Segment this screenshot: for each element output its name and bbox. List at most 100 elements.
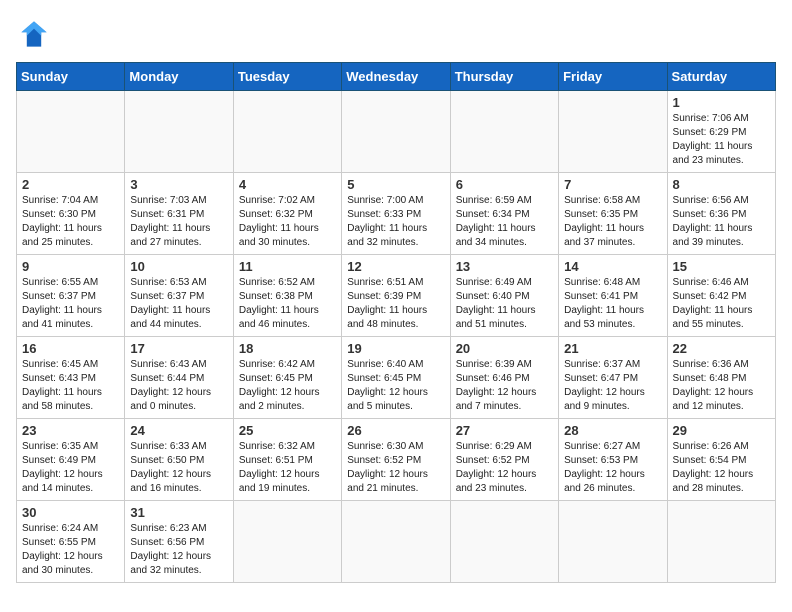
calendar-cell: [667, 501, 775, 583]
calendar-cell: 28Sunrise: 6:27 AM Sunset: 6:53 PM Dayli…: [559, 419, 667, 501]
calendar-week-1: 1 Sunrise: 7:06 AM Sunset: 6:29 PM Daylig…: [17, 91, 776, 173]
day-info: Sunrise: 6:48 AM Sunset: 6:41 PM Dayligh…: [564, 276, 661, 332]
calendar-cell: 18 Sunrise: 6:42 AM Sunset: 6:45 PM Dayli…: [233, 337, 341, 419]
day-info: Sunrise: 6:42 AM Sunset: 6:45 PM Dayligh…: [239, 358, 336, 414]
day-info: Sunrise: 6:33 AM Sunset: 6:50 PM Dayligh…: [130, 440, 227, 496]
calendar-cell: 22Sunrise: 6:36 AM Sunset: 6:48 PM Dayli…: [667, 337, 775, 419]
calendar-week-2: 2 Sunrise: 7:04 AM Sunset: 6:30 PM Daylig…: [17, 173, 776, 255]
calendar: SundayMondayTuesdayWednesdayThursdayFrid…: [16, 62, 776, 583]
calendar-cell: 23 Sunrise: 6:35 AM Sunset: 6:49 PM Dayli…: [17, 419, 125, 501]
day-info: Sunrise: 6:59 AM Sunset: 6:34 PM Dayligh…: [456, 194, 553, 250]
day-number: 31: [130, 505, 227, 520]
calendar-cell: [450, 501, 558, 583]
day-number: 29: [673, 423, 770, 438]
day-number: 12: [347, 259, 444, 274]
calendar-cell: 25 Sunrise: 6:32 AM Sunset: 6:51 PM Dayli…: [233, 419, 341, 501]
calendar-cell: 14 Sunrise: 6:48 AM Sunset: 6:41 PM Dayli…: [559, 255, 667, 337]
calendar-cell: 13 Sunrise: 6:49 AM Sunset: 6:40 PM Dayli…: [450, 255, 558, 337]
day-number: 18: [239, 341, 336, 356]
day-info: Sunrise: 7:02 AM Sunset: 6:32 PM Dayligh…: [239, 194, 336, 250]
day-info: Sunrise: 6:39 AM Sunset: 6:46 PM Dayligh…: [456, 358, 553, 414]
day-number: 17: [130, 341, 227, 356]
day-number: 25: [239, 423, 336, 438]
day-number: 23: [22, 423, 119, 438]
calendar-cell: [233, 501, 341, 583]
calendar-cell: [559, 91, 667, 173]
calendar-cell: 11 Sunrise: 6:52 AM Sunset: 6:38 PM Dayli…: [233, 255, 341, 337]
calendar-cell: 16Sunrise: 6:45 AM Sunset: 6:43 PM Dayli…: [17, 337, 125, 419]
calendar-cell: [17, 91, 125, 173]
day-number: 4: [239, 177, 336, 192]
calendar-cell: 21Sunrise: 6:37 AM Sunset: 6:47 PM Dayli…: [559, 337, 667, 419]
day-number: 26: [347, 423, 444, 438]
logo: [16, 16, 58, 52]
calendar-cell: 20 Sunrise: 6:39 AM Sunset: 6:46 PM Dayli…: [450, 337, 558, 419]
day-info: Sunrise: 6:26 AM Sunset: 6:54 PM Dayligh…: [673, 440, 770, 496]
day-number: 8: [673, 177, 770, 192]
calendar-cell: 15Sunrise: 6:46 AM Sunset: 6:42 PM Dayli…: [667, 255, 775, 337]
day-info: Sunrise: 6:43 AM Sunset: 6:44 PM Dayligh…: [130, 358, 227, 414]
calendar-cell: [125, 91, 233, 173]
day-info: Sunrise: 6:40 AM Sunset: 6:45 PM Dayligh…: [347, 358, 444, 414]
calendar-cell: 5Sunrise: 7:00 AM Sunset: 6:33 PM Daylig…: [342, 173, 450, 255]
day-header-thursday: Thursday: [450, 63, 558, 91]
calendar-cell: [233, 91, 341, 173]
calendar-cell: [450, 91, 558, 173]
day-info: Sunrise: 6:29 AM Sunset: 6:52 PM Dayligh…: [456, 440, 553, 496]
day-number: 9: [22, 259, 119, 274]
calendar-cell: 4 Sunrise: 7:02 AM Sunset: 6:32 PM Daylig…: [233, 173, 341, 255]
day-number: 15: [673, 259, 770, 274]
day-header-friday: Friday: [559, 63, 667, 91]
calendar-cell: 31Sunrise: 6:23 AM Sunset: 6:56 PM Dayli…: [125, 501, 233, 583]
day-number: 20: [456, 341, 553, 356]
day-header-tuesday: Tuesday: [233, 63, 341, 91]
day-info: Sunrise: 6:58 AM Sunset: 6:35 PM Dayligh…: [564, 194, 661, 250]
calendar-week-4: 16Sunrise: 6:45 AM Sunset: 6:43 PM Dayli…: [17, 337, 776, 419]
calendar-cell: 27 Sunrise: 6:29 AM Sunset: 6:52 PM Dayli…: [450, 419, 558, 501]
calendar-cell: 30Sunrise: 6:24 AM Sunset: 6:55 PM Dayli…: [17, 501, 125, 583]
day-info: Sunrise: 6:27 AM Sunset: 6:53 PM Dayligh…: [564, 440, 661, 496]
calendar-week-5: 23 Sunrise: 6:35 AM Sunset: 6:49 PM Dayli…: [17, 419, 776, 501]
day-number: 24: [130, 423, 227, 438]
day-number: 2: [22, 177, 119, 192]
day-info: Sunrise: 6:52 AM Sunset: 6:38 PM Dayligh…: [239, 276, 336, 332]
day-info: Sunrise: 7:06 AM Sunset: 6:29 PM Dayligh…: [673, 112, 770, 168]
day-info: Sunrise: 7:04 AM Sunset: 6:30 PM Dayligh…: [22, 194, 119, 250]
day-info: Sunrise: 6:55 AM Sunset: 6:37 PM Dayligh…: [22, 276, 119, 332]
calendar-cell: 8Sunrise: 6:56 AM Sunset: 6:36 PM Daylig…: [667, 173, 775, 255]
calendar-cell: 26Sunrise: 6:30 AM Sunset: 6:52 PM Dayli…: [342, 419, 450, 501]
calendar-cell: 24 Sunrise: 6:33 AM Sunset: 6:50 PM Dayli…: [125, 419, 233, 501]
calendar-cell: [342, 501, 450, 583]
day-number: 22: [673, 341, 770, 356]
day-header-sunday: Sunday: [17, 63, 125, 91]
day-info: Sunrise: 7:00 AM Sunset: 6:33 PM Dayligh…: [347, 194, 444, 250]
calendar-cell: 10Sunrise: 6:53 AM Sunset: 6:37 PM Dayli…: [125, 255, 233, 337]
day-number: 10: [130, 259, 227, 274]
calendar-cell: 7 Sunrise: 6:58 AM Sunset: 6:35 PM Daylig…: [559, 173, 667, 255]
calendar-cell: 3Sunrise: 7:03 AM Sunset: 6:31 PM Daylig…: [125, 173, 233, 255]
day-header-wednesday: Wednesday: [342, 63, 450, 91]
calendar-cell: 1 Sunrise: 7:06 AM Sunset: 6:29 PM Daylig…: [667, 91, 775, 173]
calendar-cell: 9 Sunrise: 6:55 AM Sunset: 6:37 PM Daylig…: [17, 255, 125, 337]
day-info: Sunrise: 6:35 AM Sunset: 6:49 PM Dayligh…: [22, 440, 119, 496]
day-number: 6: [456, 177, 553, 192]
calendar-cell: 2 Sunrise: 7:04 AM Sunset: 6:30 PM Daylig…: [17, 173, 125, 255]
day-info: Sunrise: 6:49 AM Sunset: 6:40 PM Dayligh…: [456, 276, 553, 332]
day-info: Sunrise: 7:03 AM Sunset: 6:31 PM Dayligh…: [130, 194, 227, 250]
day-number: 7: [564, 177, 661, 192]
page-header: [16, 16, 776, 52]
day-info: Sunrise: 6:51 AM Sunset: 6:39 PM Dayligh…: [347, 276, 444, 332]
day-number: 13: [456, 259, 553, 274]
calendar-week-3: 9 Sunrise: 6:55 AM Sunset: 6:37 PM Daylig…: [17, 255, 776, 337]
day-number: 27: [456, 423, 553, 438]
day-number: 19: [347, 341, 444, 356]
day-number: 11: [239, 259, 336, 274]
calendar-week-6: 30Sunrise: 6:24 AM Sunset: 6:55 PM Dayli…: [17, 501, 776, 583]
day-number: 21: [564, 341, 661, 356]
calendar-header-row: SundayMondayTuesdayWednesdayThursdayFrid…: [17, 63, 776, 91]
day-number: 14: [564, 259, 661, 274]
day-number: 1: [673, 95, 770, 110]
calendar-cell: 19 Sunrise: 6:40 AM Sunset: 6:45 PM Dayli…: [342, 337, 450, 419]
day-info: Sunrise: 6:32 AM Sunset: 6:51 PM Dayligh…: [239, 440, 336, 496]
day-info: Sunrise: 6:24 AM Sunset: 6:55 PM Dayligh…: [22, 522, 119, 578]
